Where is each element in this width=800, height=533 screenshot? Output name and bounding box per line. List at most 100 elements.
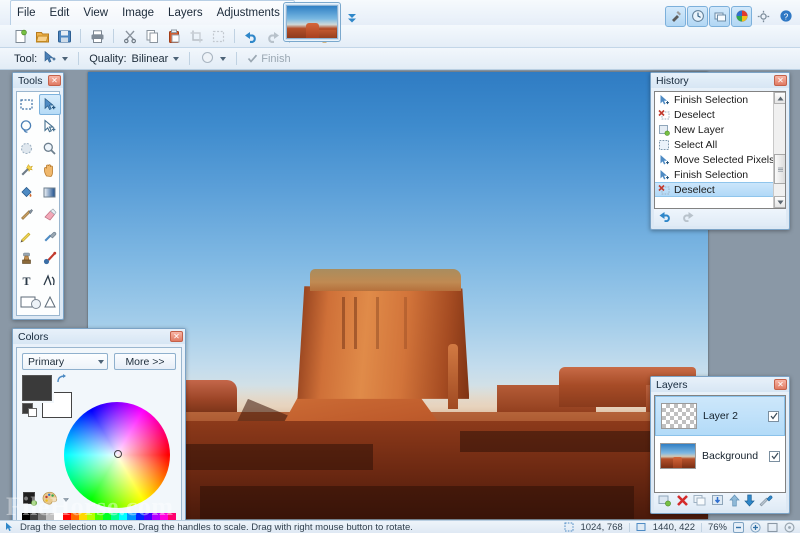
tool-shapes[interactable]	[16, 292, 61, 313]
add-layer-button[interactable]	[658, 494, 672, 510]
move-selection-icon[interactable]	[42, 50, 57, 68]
tool-pan[interactable]	[39, 160, 61, 181]
layers-panel-title: Layers	[656, 378, 688, 391]
layer-visibility-checkbox[interactable]	[768, 410, 779, 422]
tool-rectangle-select[interactable]	[16, 94, 38, 115]
history-list[interactable]: Finish Selection Deselect New Layer Sele…	[654, 91, 786, 209]
scrollbar-thumb[interactable]	[774, 154, 785, 184]
quality-dropdown-caret-icon[interactable]	[173, 56, 180, 61]
blend-mode-icon[interactable]	[200, 50, 215, 68]
tool-gradient[interactable]	[39, 182, 61, 203]
palette-dropdown-caret-icon[interactable]	[63, 498, 69, 502]
tool-line-curve[interactable]	[39, 270, 61, 291]
history-panel-header[interactable]: History ✕	[651, 73, 789, 88]
primary-color-swatch[interactable]	[22, 375, 52, 401]
history-undo-button[interactable]	[658, 210, 674, 226]
document-tab[interactable]	[283, 2, 341, 42]
move-layer-down-button[interactable]	[744, 494, 755, 510]
zoom-out-icon[interactable]	[733, 521, 744, 533]
crop-icon[interactable]	[186, 27, 206, 46]
history-scrollbar[interactable]	[773, 92, 785, 208]
close-icon[interactable]: ✕	[170, 331, 183, 342]
fit-window-icon[interactable]	[767, 522, 778, 533]
tools-toggle-button[interactable]	[665, 5, 686, 27]
history-item[interactable]: Deselect	[655, 107, 785, 122]
tool-clone-stamp[interactable]	[16, 248, 38, 269]
save-disk-icon[interactable]	[54, 27, 74, 46]
paste-icon[interactable]	[164, 27, 184, 46]
redo-arrow-icon[interactable]	[263, 27, 283, 46]
primary-color-chip-icon[interactable]	[22, 491, 37, 509]
history-item-selected[interactable]: Deselect	[655, 182, 785, 197]
history-redo-button[interactable]	[679, 210, 695, 226]
tool-text[interactable]: T	[16, 270, 38, 291]
chevron-down-icon[interactable]	[345, 8, 359, 28]
history-toggle-button[interactable]	[687, 5, 708, 27]
color-wheel-marker[interactable]	[114, 450, 122, 458]
history-item[interactable]: Select All	[655, 137, 785, 152]
color-mode-select[interactable]: Primary	[22, 353, 108, 370]
swap-colors-icon[interactable]	[55, 373, 68, 389]
history-item[interactable]: Finish Selection	[655, 92, 785, 107]
scissors-icon[interactable]	[120, 27, 140, 46]
more-colors-button[interactable]: More >>	[114, 353, 176, 370]
tool-move-selected[interactable]	[38, 94, 61, 115]
open-folder-icon[interactable]	[32, 27, 52, 46]
tool-move-selection[interactable]	[39, 116, 61, 137]
window-toggle-buttons: ?	[665, 5, 796, 27]
settings-gear-icon[interactable]	[753, 6, 774, 27]
tool-recolor[interactable]	[39, 248, 61, 269]
menu-file[interactable]: File	[10, 3, 43, 23]
menu-layers[interactable]: Layers	[161, 3, 210, 23]
tool-zoom[interactable]	[39, 138, 61, 159]
tool-color-picker[interactable]	[39, 226, 61, 247]
printer-icon[interactable]	[87, 27, 107, 46]
layer-visibility-checkbox[interactable]	[769, 450, 780, 462]
layer-item[interactable]: Background	[655, 436, 785, 476]
layer-thumbnail	[660, 443, 696, 469]
finish-button[interactable]: Finish	[247, 53, 291, 65]
copy-icon[interactable]	[142, 27, 162, 46]
merge-down-button[interactable]	[711, 494, 725, 510]
tool-dropdown-caret-icon[interactable]	[62, 56, 69, 61]
close-icon[interactable]: ✕	[774, 75, 787, 86]
tool-paintbrush[interactable]	[16, 204, 38, 225]
help-icon[interactable]: ?	[775, 6, 796, 27]
menu-view[interactable]: View	[76, 3, 115, 23]
close-icon[interactable]: ✕	[48, 75, 61, 86]
deselect-icon[interactable]	[208, 27, 228, 46]
palette-icon[interactable]	[42, 491, 58, 509]
blend-dropdown-caret-icon[interactable]	[220, 56, 227, 61]
scroll-down-arrow-icon[interactable]	[774, 196, 785, 208]
delete-layer-button[interactable]	[676, 494, 689, 510]
layer-item[interactable]: Layer 2	[655, 396, 785, 436]
history-item[interactable]: New Layer	[655, 122, 785, 137]
menu-adjustments[interactable]: Adjustments	[210, 3, 287, 23]
undo-arrow-icon[interactable]	[241, 27, 261, 46]
menu-edit[interactable]: Edit	[43, 3, 77, 23]
tool-lasso-select[interactable]	[16, 116, 38, 137]
scroll-up-arrow-icon[interactable]	[774, 92, 785, 104]
history-item[interactable]: Move Selected Pixels	[655, 152, 785, 167]
move-layer-up-button[interactable]	[729, 493, 740, 510]
history-item[interactable]: Finish Selection	[655, 167, 785, 182]
colors-toggle-button[interactable]	[731, 5, 752, 27]
menu-image[interactable]: Image	[115, 3, 161, 23]
layer-properties-button[interactable]	[759, 494, 773, 510]
tool-eraser[interactable]	[39, 204, 61, 225]
close-icon[interactable]: ✕	[774, 379, 787, 390]
colors-panel-header[interactable]: Colors ✕	[13, 329, 185, 344]
tool-pencil[interactable]	[16, 226, 38, 247]
layers-toggle-button[interactable]	[709, 5, 730, 27]
new-document-icon[interactable]	[10, 27, 30, 46]
tool-ellipse-select[interactable]	[16, 138, 38, 159]
zoom-in-icon[interactable]	[750, 521, 761, 533]
quality-value[interactable]: Bilinear	[132, 53, 169, 65]
duplicate-layer-button[interactable]	[693, 494, 707, 510]
history-item-label: Deselect	[674, 183, 715, 196]
tool-magic-wand[interactable]	[16, 160, 38, 181]
tool-paint-bucket[interactable]	[16, 182, 38, 203]
layer-list[interactable]: Layer 2 Background	[654, 395, 786, 493]
layers-panel-header[interactable]: Layers ✕	[651, 377, 789, 392]
tools-panel-header[interactable]: Tools ✕	[13, 73, 63, 88]
